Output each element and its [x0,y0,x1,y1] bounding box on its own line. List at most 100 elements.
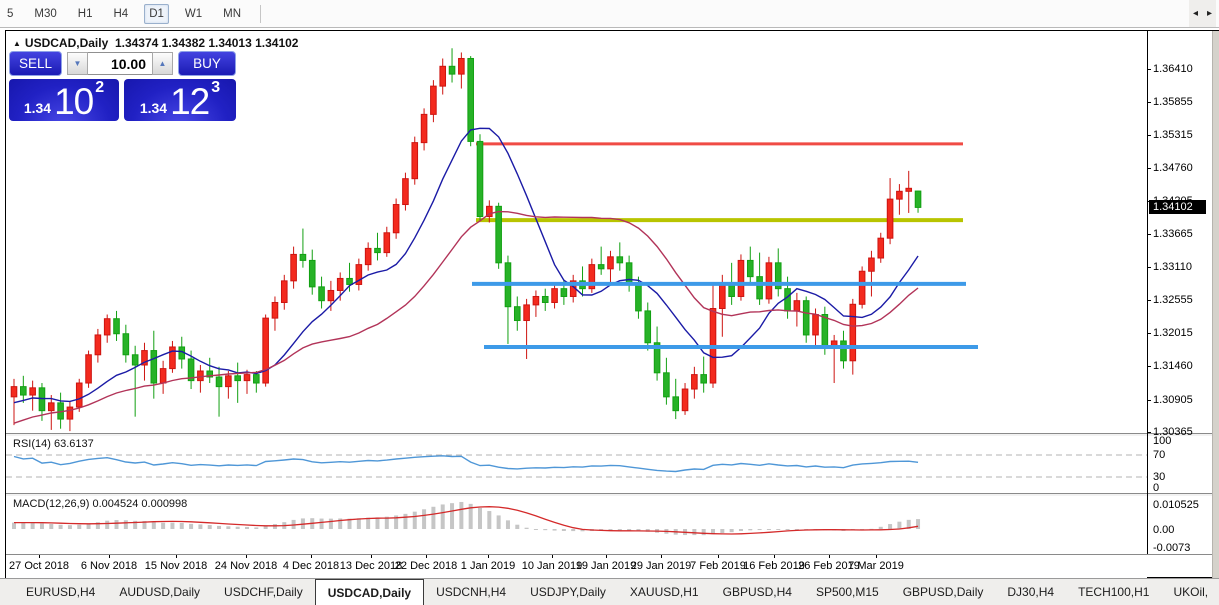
date-tick [876,555,877,558]
volume-input[interactable] [88,52,152,75]
timeframe-button-W1[interactable]: W1 [180,4,207,24]
collapse-panel-icon[interactable]: ▲ [13,39,21,48]
chart-tab-usdjpy-daily[interactable]: USDJPY,Daily [518,579,618,605]
chart-tab-gbpusd-daily[interactable]: GBPUSD,Daily [891,579,996,605]
date-label: 7 Mar 2019 [848,560,904,572]
sell-price-prefix: 1.34 [23,100,52,116]
price-tick [1147,432,1151,433]
date-label: 6 Nov 2018 [80,560,138,572]
date-label: 4 Dec 2018 [282,560,340,572]
price-label: 1.30905 [1153,394,1193,406]
buy-price-big: 12 [170,81,210,122]
timeframe-toolbar: 5 M30 H1 H4 D1 W1 MN [0,0,1219,28]
date-label: 1 Jan 2019 [460,560,516,572]
date-label: 22 Dec 2018 [394,560,458,572]
date-tick [371,555,372,558]
tab-scroll-left-icon[interactable]: ◂ [1193,8,1198,19]
price-tick [1147,168,1151,169]
chart-tab-tech100-h1[interactable]: TECH100,H1 [1066,579,1161,605]
date-tick [426,555,427,558]
rsi-label: RSI(14) 63.6137 [13,438,94,450]
date-tick [39,555,40,558]
chart-tab-eurusd-h4[interactable]: EURUSD,H4 [14,579,107,605]
buy-price-box[interactable]: 1.34 12 3 [124,79,236,121]
date-tick [246,555,247,558]
chart-tab-ukoil-[interactable]: UKOil, [1161,579,1219,605]
chart-title: ▲ USDCAD,Daily 1.34374 1.34382 1.34013 1.… [13,36,298,50]
price-tick [1147,135,1151,136]
timeframe-button-M30[interactable]: M30 [29,4,61,24]
date-label: 15 Nov 2018 [144,560,208,572]
price-label: 1.36410 [1153,63,1193,75]
price-label: 1.32015 [1153,327,1193,339]
chart-tabs-bar: EURUSD,H4 AUDUSD,Daily USDCHF,Daily USDCAD,… [0,578,1219,605]
chart-symbol-label: USDCAD,Daily [24,36,109,50]
date-tick [176,555,177,558]
sell-price-big: 10 [54,81,94,122]
date-tick [606,555,607,558]
buy-price-sup: 3 [211,79,221,96]
date-tick [552,555,553,558]
date-label: 13 Dec 2018 [339,560,403,572]
price-tick [1147,333,1151,334]
date-label: 16 Feb 2019 [743,560,805,572]
price-label: 1.31460 [1153,360,1193,372]
sell-price-sup: 2 [95,79,105,96]
chart-tab-sp500-m15[interactable]: SP500,M15 [804,579,891,605]
one-click-trade-panel: SELL ▼ ▲ BUY 1.34 10 2 1.34 12 3 [9,50,236,121]
date-label: 27 Oct 2018 [9,560,69,572]
window-scrollbar[interactable] [1212,31,1219,578]
price-label: 1.35315 [1153,129,1193,141]
price-tick [1147,366,1151,367]
rsi-indicator-canvas[interactable] [6,436,1147,493]
axis-separator [1147,31,1148,554]
chart-tab-gbpusd-h4[interactable]: GBPUSD,H4 [711,579,804,605]
volume-increase-button[interactable]: ▲ [152,52,173,75]
chart-tab-xauusd-h1[interactable]: XAUUSD,H1 [618,579,711,605]
date-label: 24 Nov 2018 [214,560,278,572]
price-tick [1147,102,1151,103]
macd-label: MACD(12,26,9) 0.004524 0.000998 [13,498,188,510]
sell-price-box[interactable]: 1.34 10 2 [9,79,119,121]
date-tick [774,555,775,558]
rsi-scale-label: 70 [1153,449,1166,461]
buy-button[interactable]: BUY [178,51,236,76]
date-tick [109,555,110,558]
current-price-badge: 1.34102 [1149,200,1206,214]
macd-scale-label: 0.00 [1153,524,1175,536]
chart-tab-dj30-h4[interactable]: DJ30,H4 [995,579,1066,605]
buy-price-prefix: 1.34 [139,100,168,116]
timeframe-button-5[interactable]: 5 [2,4,18,24]
date-tick [661,555,662,558]
date-axis[interactable]: 27 Oct 2018 6 Nov 2018 15 Nov 2018 24 Nov 2… [6,555,1147,578]
sell-button[interactable]: SELL [9,51,62,76]
chart-tab-usdchf-daily[interactable]: USDCHF,Daily [212,579,315,605]
date-label: 29 Jan 2019 [630,560,692,572]
chart-tab-audusd-daily[interactable]: AUDUSD,Daily [107,579,212,605]
timeframe-button-H4[interactable]: H4 [108,4,133,24]
chart-quote-ohlc: 1.34374 1.34382 1.34013 1.34102 [114,36,299,50]
price-tick [1147,400,1151,401]
date-label: 19 Jan 2019 [575,560,637,572]
volume-decrease-button[interactable]: ▼ [67,52,88,75]
chart-window: ▲ USDCAD,Daily 1.34374 1.34382 1.34013 1.… [5,30,1219,578]
date-label: 7 Feb 2019 [690,560,746,572]
price-tick [1147,300,1151,301]
chart-tab-usdcnh-h4[interactable]: USDCNH,H4 [424,579,518,605]
date-tick [311,555,312,558]
tab-scroll-right-icon[interactable]: ▸ [1207,8,1212,19]
price-label: 1.32555 [1153,294,1193,306]
chart-tab-usdcad-daily[interactable]: USDCAD,Daily [314,579,425,605]
date-tick [829,555,830,558]
rsi-scale-label: 0 [1153,482,1160,494]
date-tick [488,555,489,558]
timeframe-button-H1[interactable]: H1 [73,4,98,24]
timeframe-button-MN[interactable]: MN [218,4,246,24]
rsi-scale-label: 100 [1153,435,1172,447]
price-label: 1.35855 [1153,96,1193,108]
toolbar-separator [260,4,262,23]
price-tick [1147,267,1151,268]
tab-scroll-controls: ◂ ▸ [1188,0,1216,27]
date-tick [718,555,719,558]
timeframe-button-D1[interactable]: D1 [144,3,169,24]
